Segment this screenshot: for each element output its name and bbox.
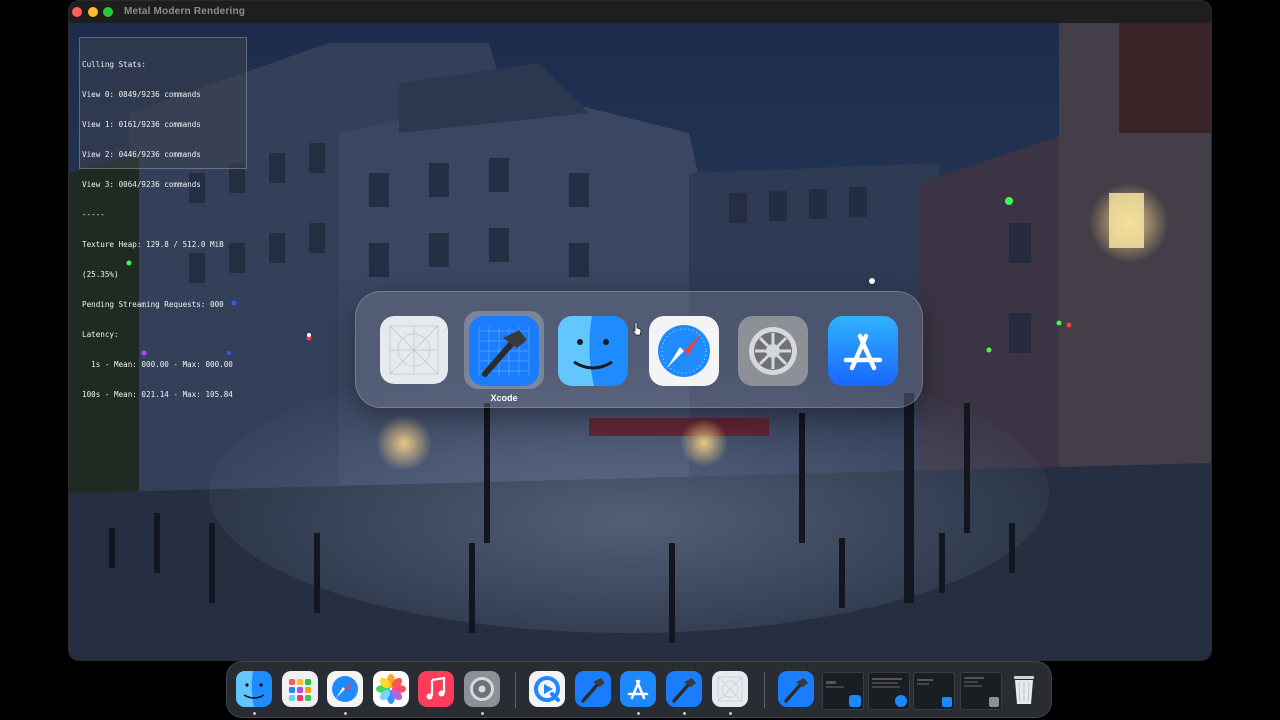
safari-icon[interactable] bbox=[649, 316, 719, 386]
dock-app-store-icon[interactable] bbox=[620, 671, 656, 707]
dock-xcode-icon[interactable] bbox=[666, 671, 702, 707]
dock-launchpad-icon[interactable] bbox=[282, 671, 318, 707]
dock-blank-app-icon[interactable] bbox=[712, 671, 748, 707]
minimized-window-thumbnail-icon[interactable] bbox=[960, 672, 1002, 710]
running-indicator bbox=[344, 712, 347, 715]
window-title: Metal Modern Rendering bbox=[124, 6, 246, 17]
stats-line: Culling Stats: bbox=[82, 60, 147, 69]
dock-xcode-icon[interactable] bbox=[575, 671, 611, 707]
dock-separator bbox=[764, 672, 765, 708]
dock-settings-icon[interactable] bbox=[464, 671, 500, 707]
xcode-icon[interactable] bbox=[469, 316, 539, 386]
running-indicator bbox=[481, 712, 484, 715]
stats-line: 1s - Mean: 000.00 - Max: 000.00 bbox=[82, 360, 233, 369]
dock-music-icon[interactable] bbox=[418, 671, 454, 707]
running-indicator bbox=[637, 712, 640, 715]
culling-stats-overlay: Culling Stats: View 0: 0849/9236 command… bbox=[79, 37, 247, 399]
minimized-window-thumbnail-icon[interactable] bbox=[913, 672, 955, 710]
dock-safari-icon[interactable] bbox=[327, 671, 363, 707]
running-indicator bbox=[683, 712, 686, 715]
mouse-cursor-icon bbox=[632, 322, 642, 336]
dock-trash-icon[interactable] bbox=[1006, 671, 1042, 707]
dock-xcode-icon[interactable] bbox=[778, 671, 814, 707]
stats-line: View 2: 0446/9236 commands bbox=[82, 150, 201, 159]
app-switcher-selected-label: Xcode bbox=[490, 393, 518, 403]
minimize-window-button[interactable] bbox=[88, 7, 98, 17]
stats-line: (25.35%) bbox=[82, 270, 119, 279]
dock-photos-icon[interactable] bbox=[373, 671, 409, 707]
finder-icon[interactable] bbox=[558, 316, 628, 386]
minimized-window-thumbnail-icon[interactable] bbox=[868, 672, 910, 710]
close-window-button[interactable] bbox=[72, 7, 82, 17]
blank-app-icon[interactable] bbox=[380, 316, 448, 384]
stats-line: ----- bbox=[82, 210, 105, 219]
zoom-window-button[interactable] bbox=[103, 7, 113, 17]
dock-separator bbox=[515, 672, 516, 708]
minimized-window-thumbnail-icon[interactable] bbox=[822, 672, 864, 710]
app-store-icon[interactable] bbox=[828, 316, 898, 386]
stats-line: View 0: 0849/9236 commands bbox=[82, 90, 201, 99]
app-switcher: Xcode bbox=[355, 291, 923, 408]
stats-line: Pending Streaming Requests: 000 bbox=[82, 300, 224, 309]
stats-line: Texture Heap: 129.8 / 512.0 MiB bbox=[82, 240, 224, 249]
stats-line: View 1: 0161/9236 commands bbox=[82, 120, 201, 129]
dock-quicktime-icon[interactable] bbox=[529, 671, 565, 707]
stats-line: View 3: 0064/9236 commands bbox=[82, 180, 201, 189]
title-bar[interactable]: Metal Modern Rendering bbox=[69, 1, 1211, 24]
dock-finder-icon[interactable] bbox=[236, 671, 272, 707]
dock bbox=[226, 661, 1052, 718]
running-indicator bbox=[729, 712, 732, 715]
stats-line: 100s - Mean: 021.14 - Max: 105.84 bbox=[82, 390, 233, 399]
stats-line: Latency: bbox=[82, 330, 119, 339]
settings-icon[interactable] bbox=[738, 316, 808, 386]
running-indicator bbox=[253, 712, 256, 715]
